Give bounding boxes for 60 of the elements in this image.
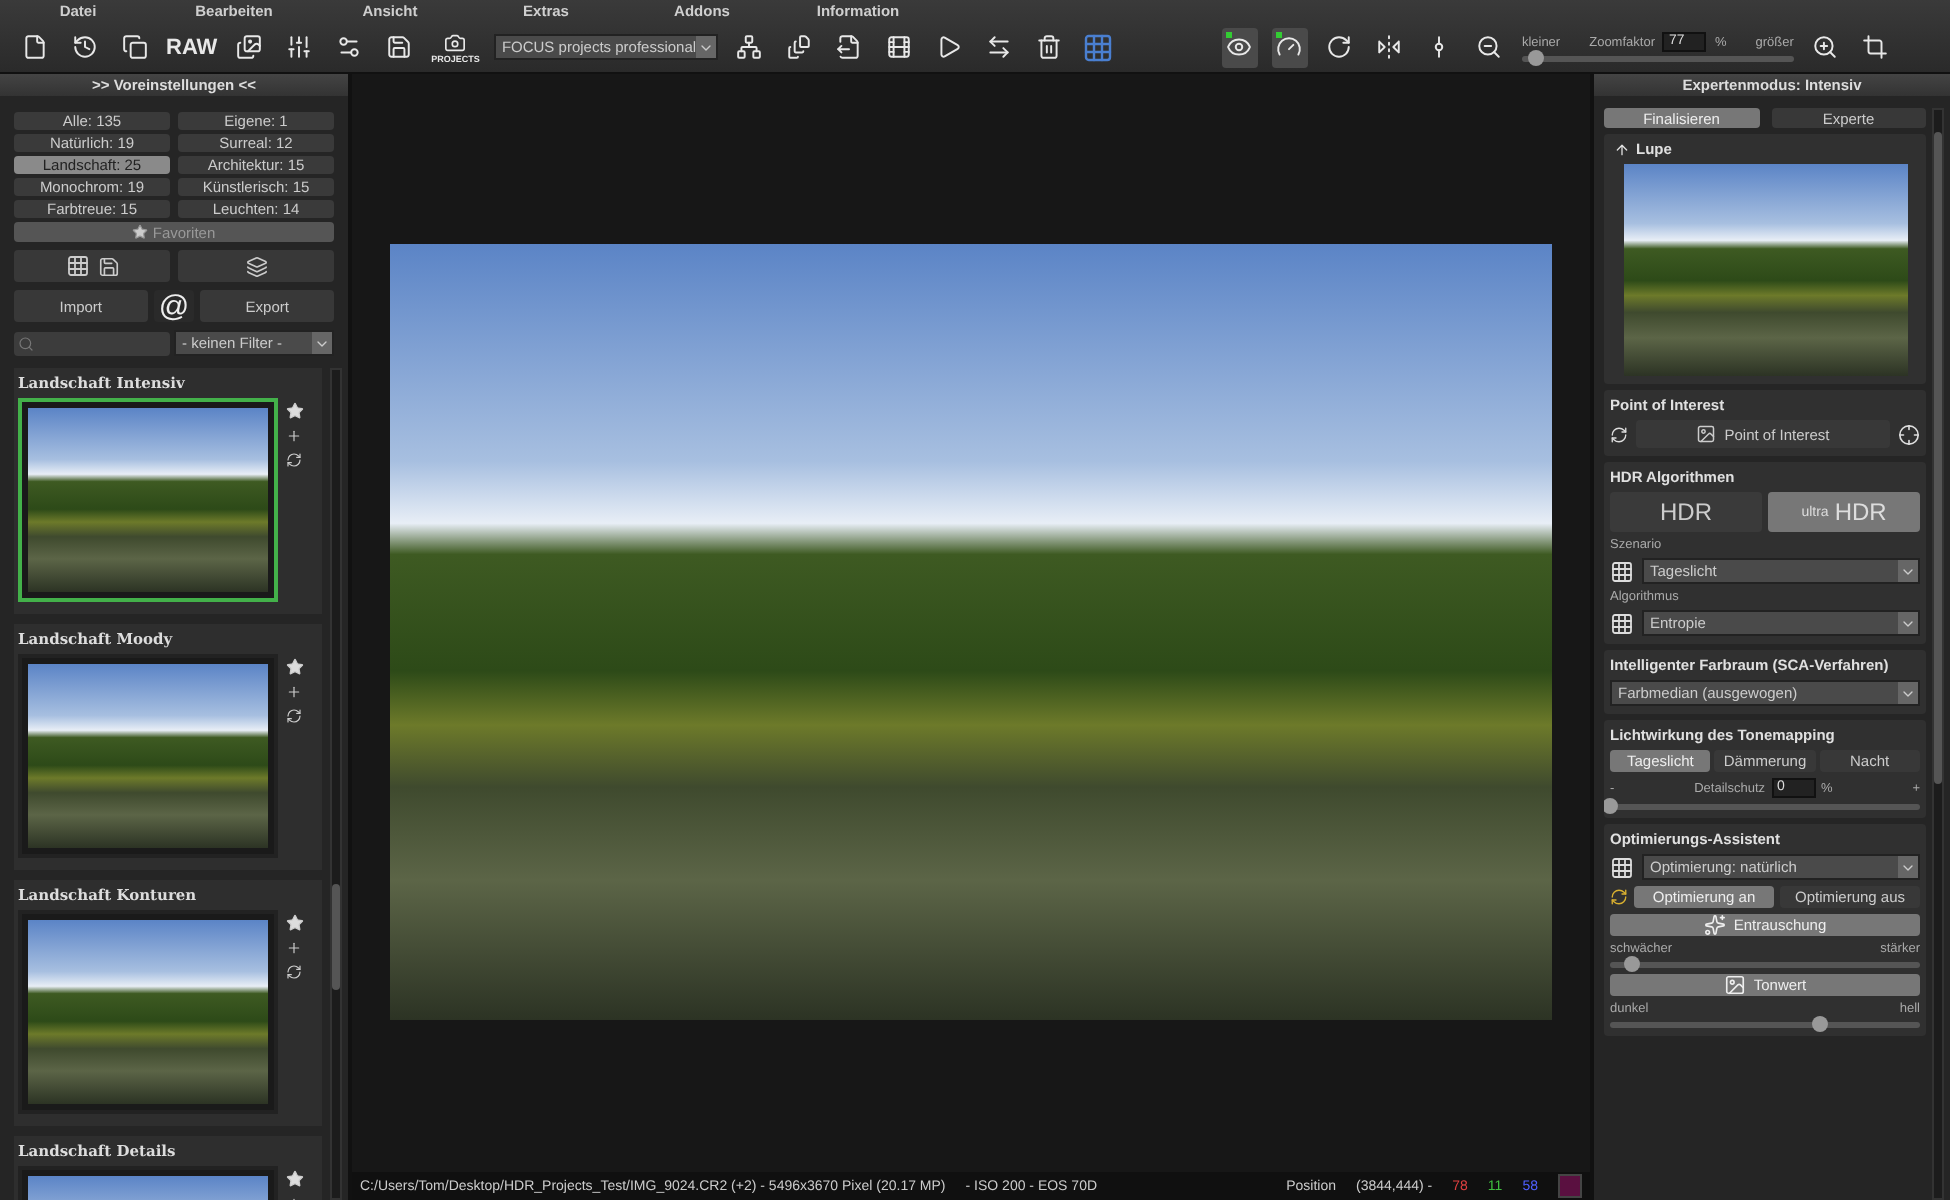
camera-icon — [444, 31, 467, 53]
mirror-icon — [1376, 34, 1403, 60]
plus-icon — [286, 940, 302, 956]
star-icon — [286, 402, 304, 420]
files-icon — [786, 34, 813, 60]
sliders-icon — [286, 34, 313, 60]
trash-icon — [1036, 34, 1063, 60]
slider-thumb[interactable] — [1812, 1016, 1829, 1032]
save-icon — [97, 255, 119, 277]
film-icon — [886, 34, 913, 60]
grid-icon — [1610, 855, 1634, 879]
slider-thumb[interactable] — [1623, 956, 1640, 972]
refresh-icon — [1610, 425, 1628, 443]
redo-icon — [1326, 34, 1353, 60]
save-icon — [386, 34, 413, 60]
zoom-in-icon — [1812, 34, 1839, 60]
arrow-up-icon — [1614, 141, 1630, 157]
slider-thumb[interactable] — [1604, 798, 1618, 814]
export-icon — [836, 34, 863, 60]
plus-icon — [286, 684, 302, 700]
grid-icon — [1610, 611, 1634, 635]
plus-icon — [286, 428, 302, 444]
eye-icon — [1226, 34, 1253, 60]
grid-icon — [65, 254, 89, 278]
star-icon — [132, 224, 149, 240]
star-icon — [286, 1170, 304, 1188]
scrollbar[interactable] — [330, 368, 342, 1200]
at-button[interactable]: @ — [153, 290, 195, 322]
grid-save-button[interactable] — [14, 250, 170, 282]
search-field[interactable] — [14, 331, 170, 355]
images-icon — [236, 34, 263, 60]
copy-icon — [121, 34, 147, 60]
refresh-icon — [286, 708, 302, 724]
crop-icon — [1862, 34, 1889, 60]
star-icon — [286, 914, 304, 932]
document-icon — [21, 34, 47, 60]
image-icon — [1723, 974, 1746, 996]
refresh-icon — [1610, 888, 1628, 906]
gauge-button[interactable] — [1271, 27, 1308, 67]
add-layer-button[interactable] — [178, 250, 334, 282]
network-icon — [736, 34, 763, 60]
refresh-icon — [286, 964, 302, 980]
search-icon — [18, 335, 34, 351]
sparkle-icon — [1703, 914, 1726, 936]
image-icon — [1696, 424, 1717, 444]
layers-icon — [245, 255, 267, 277]
star-icon — [286, 658, 304, 676]
refresh-icon — [286, 452, 302, 468]
zoom-out-icon — [1476, 34, 1503, 60]
hdr-mode-button[interactable]: HDR — [1610, 492, 1762, 532]
slider-thumb[interactable] — [1527, 50, 1544, 66]
eye-button[interactable] — [1221, 27, 1258, 67]
raw-button[interactable]: RAW — [166, 27, 218, 67]
play-icon — [936, 34, 963, 60]
grid-icon — [1610, 559, 1634, 583]
target-icon — [1898, 423, 1920, 445]
gauge-icon — [1276, 34, 1303, 60]
compare-icon — [986, 34, 1013, 60]
history-icon — [71, 34, 97, 60]
scrollbar[interactable] — [1932, 108, 1944, 1200]
